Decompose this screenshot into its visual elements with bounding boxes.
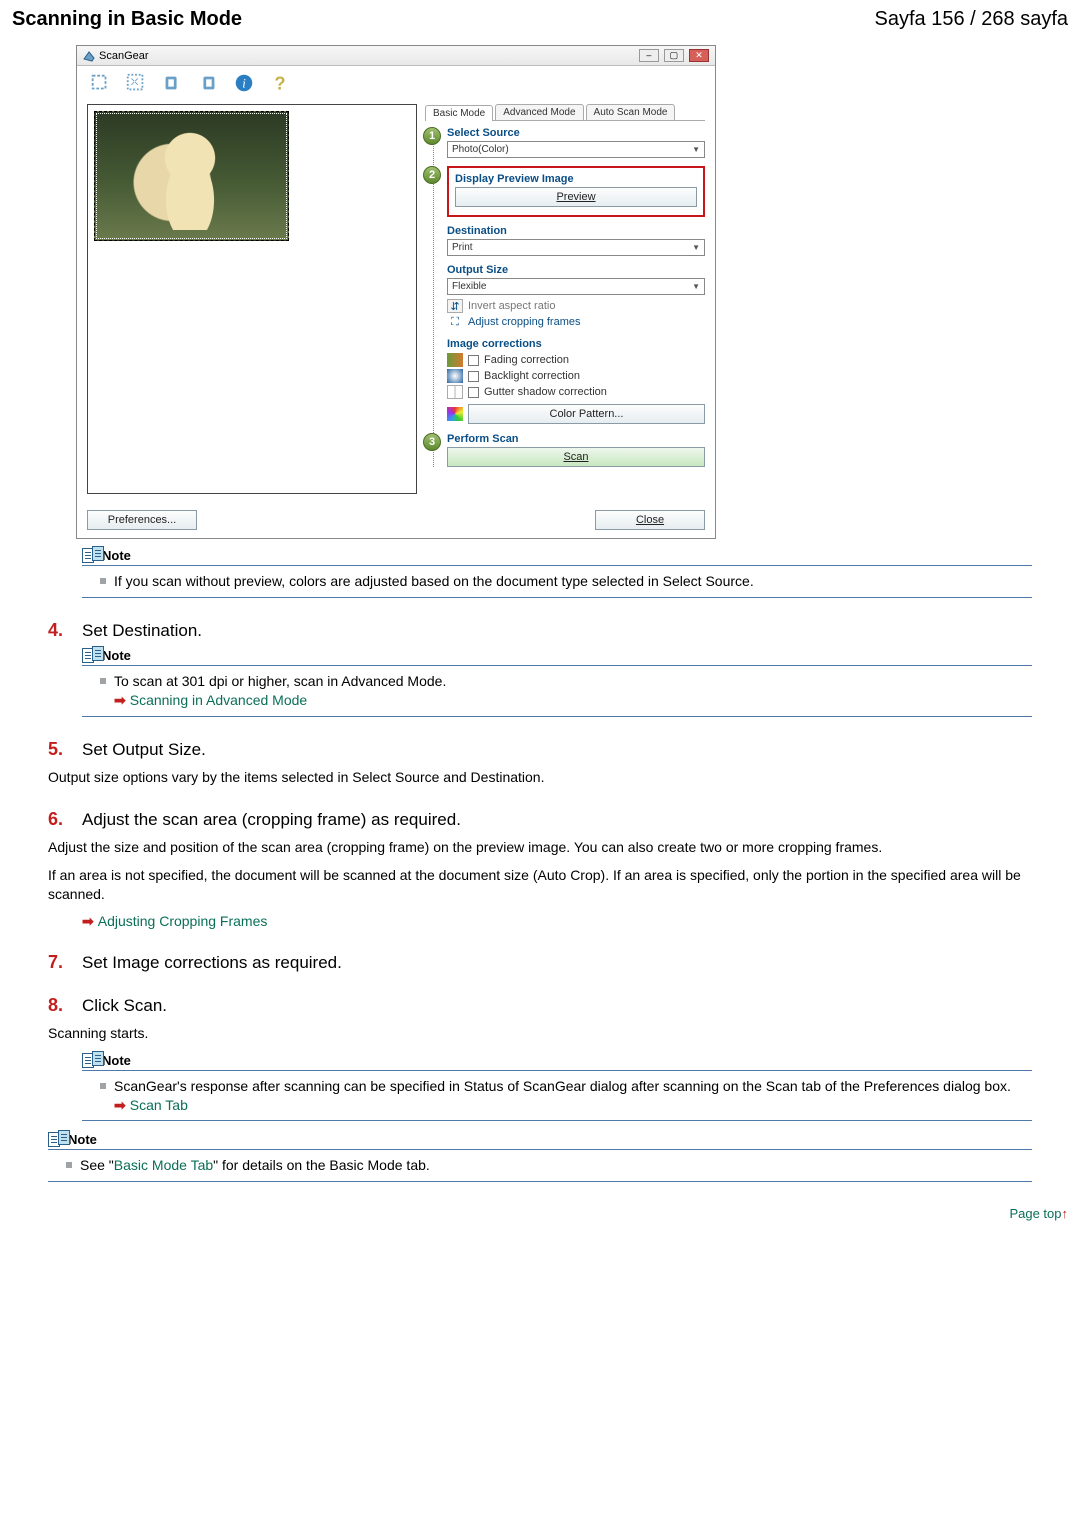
adjust-crop-icon: ⛶: [447, 315, 463, 329]
gutter-icon: [447, 385, 463, 399]
step-4: 4.Set Destination.: [48, 620, 1032, 641]
fading-icon: [447, 353, 463, 367]
step-5-body: Output size options vary by the items se…: [48, 768, 1032, 788]
invert-aspect-icon[interactable]: ⇵: [447, 299, 463, 313]
output-size-label: Output Size: [447, 264, 705, 276]
scanning-advanced-mode-link[interactable]: ➡Scanning in Advanced Mode: [114, 691, 446, 710]
maximize-icon[interactable]: ▢: [664, 49, 684, 62]
step-badge-1: 1: [423, 127, 441, 145]
scan-tab-link[interactable]: ➡Scan Tab: [114, 1096, 1011, 1115]
basic-mode-tab-link[interactable]: Basic Mode Tab: [114, 1157, 213, 1173]
crop-icon[interactable]: [85, 70, 115, 96]
backlight-icon: [447, 369, 463, 383]
tab-basic-mode[interactable]: Basic Mode: [425, 105, 493, 121]
step-6: 6.Adjust the scan area (cropping frame) …: [48, 809, 1032, 830]
select-source-dropdown[interactable]: Photo(Color)▼: [447, 141, 705, 158]
note-2-text: To scan at 301 dpi or higher, scan in Ad…: [114, 672, 446, 691]
note-block-2: Note To scan at 301 dpi or higher, scan …: [82, 647, 1032, 717]
backlight-checkbox[interactable]: [468, 371, 479, 382]
scangear-icon: [83, 50, 95, 62]
tab-auto-scan-mode[interactable]: Auto Scan Mode: [586, 104, 676, 120]
preferences-button[interactable]: Preferences...: [87, 510, 197, 530]
note-icon: [48, 1132, 64, 1147]
chevron-down-icon: ▼: [692, 279, 700, 294]
step-5: 5.Set Output Size.: [48, 739, 1032, 760]
scan-button[interactable]: Scan: [447, 447, 705, 467]
color-pattern-icon: [447, 407, 463, 421]
backlight-label: Backlight correction: [484, 370, 580, 382]
preview-image: [94, 111, 289, 241]
step-8-body: Scanning starts.: [48, 1024, 1032, 1044]
mode-tabs: Basic Mode Advanced Mode Auto Scan Mode: [425, 104, 705, 121]
note-block-1: Note If you scan without preview, colors…: [82, 547, 1032, 598]
page-top-link[interactable]: Page top↑: [0, 1184, 1080, 1251]
gutter-checkbox[interactable]: [468, 387, 479, 398]
scangear-window: ScanGear – ▢ ✕ i ? Basic Mode Advanc: [76, 45, 716, 539]
step-8: 8.Click Scan.: [48, 995, 1032, 1016]
destination-dropdown[interactable]: Print▼: [447, 239, 705, 256]
image-corrections-label: Image corrections: [447, 338, 705, 350]
rotate-right-icon[interactable]: [193, 70, 223, 96]
note-block-4: Note See "Basic Mode Tab" for details on…: [48, 1131, 1032, 1182]
close-icon[interactable]: ✕: [689, 49, 709, 62]
adjust-cropping-frames-link[interactable]: Adjust cropping frames: [468, 316, 581, 328]
destination-label: Destination: [447, 225, 705, 237]
step-badge-2: 2: [423, 166, 441, 184]
note-icon: [82, 548, 98, 563]
svg-text:i: i: [242, 77, 246, 91]
help-icon[interactable]: ?: [265, 70, 295, 96]
preview-highlight-box: Display Preview Image Preview: [447, 166, 705, 217]
window-buttons: – ▢ ✕: [637, 49, 709, 62]
step-7: 7.Set Image corrections as required.: [48, 952, 1032, 973]
tab-advanced-mode[interactable]: Advanced Mode: [495, 104, 583, 120]
step-6-body-1: Adjust the size and position of the scan…: [48, 838, 1032, 858]
rotate-left-icon[interactable]: [157, 70, 187, 96]
svg-text:?: ?: [274, 72, 285, 93]
page-title: Scanning in Basic Mode: [12, 8, 242, 31]
note-3-text: ScanGear's response after scanning can b…: [114, 1077, 1011, 1096]
note-4-text: See "Basic Mode Tab" for details on the …: [80, 1156, 430, 1175]
select-source-label: Select Source: [447, 127, 705, 139]
note-1-text: If you scan without preview, colors are …: [114, 572, 754, 591]
invert-aspect-label: Invert aspect ratio: [468, 300, 555, 312]
perform-scan-label: Perform Scan: [447, 433, 705, 445]
display-preview-label: Display Preview Image: [455, 173, 697, 185]
fading-checkbox[interactable]: [468, 355, 479, 366]
color-pattern-button[interactable]: Color Pattern...: [468, 404, 705, 424]
note-icon: [82, 648, 98, 663]
chevron-down-icon: ▼: [692, 240, 700, 255]
note-block-3: Note ScanGear's response after scanning …: [82, 1052, 1032, 1122]
window-title: ScanGear: [83, 50, 149, 62]
info-icon[interactable]: i: [229, 70, 259, 96]
close-button[interactable]: Close: [595, 510, 705, 530]
step-6-body-2: If an area is not specified, the documen…: [48, 866, 1032, 905]
note-icon: [82, 1053, 98, 1068]
preview-pane[interactable]: [87, 104, 417, 494]
step-badge-3: 3: [423, 433, 441, 451]
output-size-dropdown[interactable]: Flexible▼: [447, 278, 705, 295]
chevron-down-icon: ▼: [692, 142, 700, 157]
gutter-label: Gutter shadow correction: [484, 386, 607, 398]
auto-crop-icon[interactable]: [121, 70, 151, 96]
adjusting-cropping-frames-link[interactable]: ➡Adjusting Cropping Frames: [82, 913, 1032, 930]
page-number: Sayfa 156 / 268 sayfa: [875, 8, 1068, 31]
minimize-icon[interactable]: –: [639, 49, 659, 62]
fading-label: Fading correction: [484, 354, 569, 366]
preview-button[interactable]: Preview: [455, 187, 697, 207]
scangear-toolbar: i ?: [77, 66, 715, 98]
